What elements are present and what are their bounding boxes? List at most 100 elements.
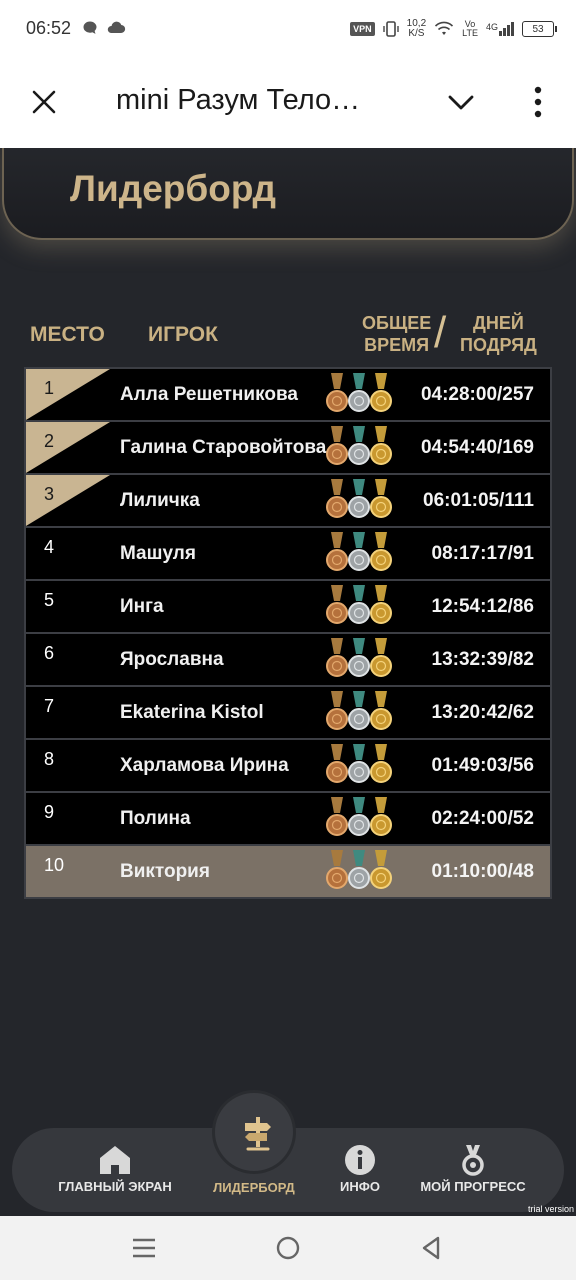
medals-icon: [326, 850, 392, 889]
cell-signal-icon: 4G: [486, 22, 514, 36]
medals-icon: [326, 638, 392, 677]
chevron-down-icon[interactable]: [444, 88, 478, 118]
row-player-name: Виктория: [120, 861, 210, 882]
row-player-name: Галина Старовойтова: [120, 437, 327, 458]
leaderboard-row: 5 Инга 12:54:12/86: [26, 581, 550, 632]
row-player-name: Инга: [120, 596, 164, 617]
leaderboard-title: Лидерборд: [70, 168, 276, 209]
column-place: МЕСТО: [30, 323, 105, 346]
trial-watermark: trial version: [527, 1204, 574, 1214]
column-player: ИГРОК: [148, 323, 218, 346]
volte-indicator: Vo LTE: [462, 20, 478, 38]
info-icon: [345, 1145, 375, 1175]
leaderboard-row: 2 Галина Старовойтова 04:54:40/169: [26, 422, 550, 473]
app-header: mini Разум Тело…: [0, 58, 576, 148]
leaderboard-row: 3 Лиличка 06:01:05/111: [26, 475, 550, 526]
row-place: 4: [44, 537, 55, 557]
row-score: 04:28:00/257: [420, 384, 534, 405]
row-player-name: Алла Решетникова: [120, 384, 298, 405]
system-nav-bar: [0, 1216, 576, 1280]
row-score: 13:32:39/82: [431, 649, 534, 670]
cloud-icon: [107, 21, 126, 34]
column-total-time-line2: ВРЕМЯ: [364, 335, 430, 355]
row-place: 1: [44, 378, 55, 398]
column-divider: /: [434, 308, 447, 357]
medals-icon: [326, 373, 392, 412]
row-score: 04:54:40/169: [420, 437, 534, 458]
more-options-icon[interactable]: [524, 84, 552, 120]
row-place: 8: [44, 749, 55, 769]
column-streak-line2: ПОДРЯД: [460, 335, 537, 355]
leaderboard-row: 10 Виктория 01:10:00/48: [26, 846, 550, 897]
column-total-time-line1: ОБЩЕЕ: [362, 313, 432, 333]
nav-info[interactable]: ИНФО: [326, 1144, 394, 1194]
row-place: 6: [44, 643, 55, 663]
row-score: 02:24:00/52: [431, 808, 534, 829]
medals-icon: [326, 532, 392, 571]
nav-home-label: ГЛАВНЫЙ ЭКРАН: [58, 1179, 172, 1194]
leaderboard-row: 8 Харламова Ирина 01:49:03/56: [26, 740, 550, 791]
row-player-name: Харламова Ирина: [120, 755, 289, 776]
app-title: mini Разум Тело…: [116, 84, 361, 116]
back-icon[interactable]: [418, 1234, 446, 1262]
leaderboard-row: 4 Машуля 08:17:17/91: [26, 528, 550, 579]
row-score: 13:20:42/62: [431, 702, 534, 723]
row-score: 06:01:05/111: [423, 490, 534, 511]
leaderboard-banner: Лидерборд: [2, 148, 574, 240]
status-bar: 06:52 VPN 10,2 K/S Vo LTE 4G 53: [0, 0, 576, 58]
column-streak-line1: ДНЕЙ: [473, 313, 524, 333]
nav-progress[interactable]: МОЙ ПРОГРЕСС: [414, 1144, 532, 1194]
network-speed: 10,2 K/S: [407, 19, 426, 39]
row-place: 7: [44, 696, 55, 716]
wifi-icon: [435, 21, 454, 35]
row-player-name: Машуля: [120, 543, 196, 564]
network-type: 4G: [485, 22, 498, 32]
vibrate-icon: [382, 21, 399, 37]
home-button-icon[interactable]: [274, 1234, 302, 1262]
nav-home[interactable]: ГЛАВНЫЙ ЭКРАН: [48, 1144, 182, 1194]
home-icon: [100, 1146, 130, 1174]
row-place: 10: [44, 855, 65, 875]
signpost-icon: [245, 1117, 271, 1151]
podium-badge: [26, 422, 110, 473]
row-place: 3: [44, 484, 55, 504]
row-score: 01:49:03/56: [431, 755, 534, 776]
recent-apps-icon[interactable]: [130, 1234, 158, 1262]
message-icon: [83, 21, 97, 34]
leaderboard-row: 1 Алла Решетникова 04:28:00/257: [26, 369, 550, 420]
row-place: 5: [44, 590, 55, 610]
speed-unit: K/S: [408, 28, 425, 39]
column-total-time: ОБЩЕЕ ВРЕМЯ: [362, 312, 431, 356]
battery-icon: 53: [522, 21, 557, 37]
leaderboard-nav-button[interactable]: [212, 1090, 296, 1174]
status-time: 06:52: [26, 18, 72, 38]
row-place: 2: [44, 431, 55, 451]
medals-icon: [326, 585, 392, 624]
leaderboard-row: 7 Ekaterina Kistol 13:20:42/62: [26, 687, 550, 738]
row-score: 01:10:00/48: [431, 861, 534, 882]
row-player-name: Ekaterina Kistol: [120, 702, 264, 723]
game-screen: Лидерборд МЕСТО ИГРОК ОБЩЕЕ ВРЕМЯ / ДНЕЙ…: [0, 148, 576, 1216]
nav-leaderboard[interactable]: ЛИДЕРБОРД: [204, 1180, 304, 1195]
medals-icon: [326, 797, 392, 836]
medals-icon: [326, 744, 392, 783]
row-score: 12:54:12/86: [431, 596, 534, 617]
close-icon[interactable]: [28, 86, 60, 118]
medal-icon: [462, 1145, 484, 1176]
podium-badge: [26, 475, 110, 526]
vpn-badge: VPN: [350, 22, 375, 36]
leaderboard-table: 1 Алла Решетникова 04:28:00/257 2 Галина Ста…: [24, 367, 552, 899]
row-player-name: Лиличка: [120, 490, 200, 511]
row-score: 08:17:17/91: [431, 543, 534, 564]
row-player-name: Ярославна: [120, 649, 224, 670]
nav-progress-label: МОЙ ПРОГРЕСС: [420, 1179, 526, 1194]
leaderboard-row: 9 Полина 02:24:00/52: [26, 793, 550, 844]
battery-level: 53: [532, 23, 544, 35]
volte-bottom: LTE: [462, 28, 478, 38]
podium-badge: [26, 369, 110, 420]
nav-leaderboard-label: ЛИДЕРБОРД: [213, 1180, 295, 1195]
medals-icon: [326, 691, 392, 730]
leaderboard-row: 6 Ярославна 13:32:39/82: [26, 634, 550, 685]
medals-icon: [326, 426, 392, 465]
nav-info-label: ИНФО: [340, 1179, 380, 1194]
